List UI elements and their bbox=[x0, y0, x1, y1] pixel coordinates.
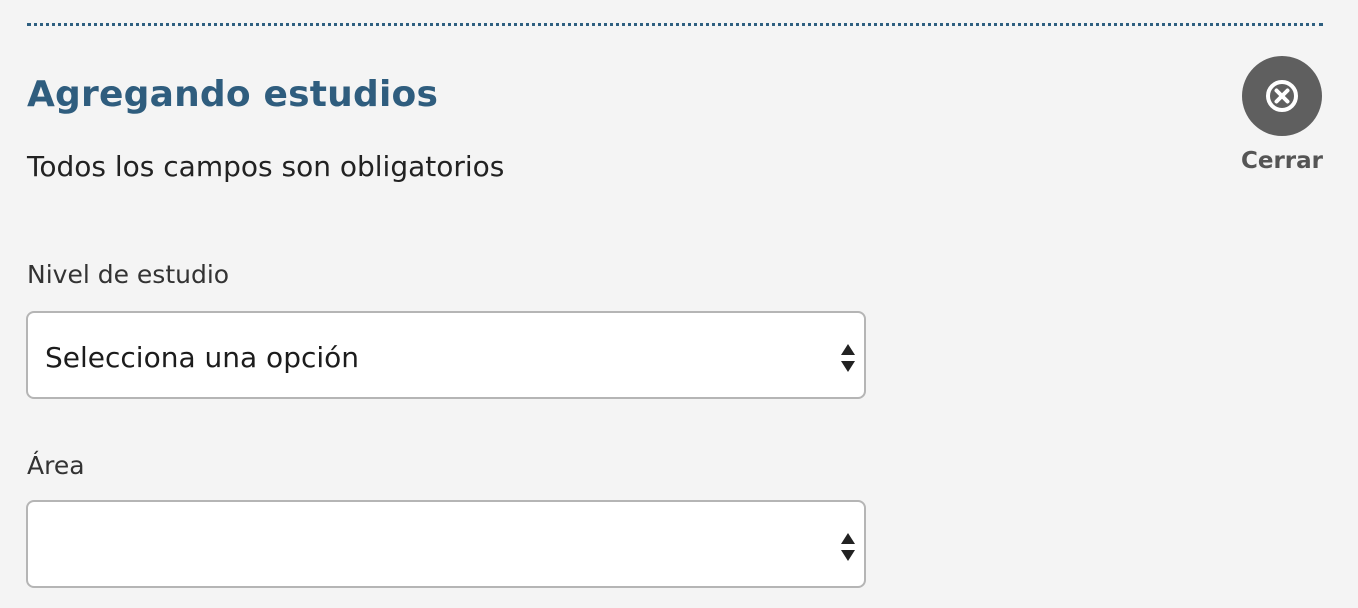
section-divider bbox=[27, 23, 1323, 26]
area-label: Área bbox=[27, 451, 85, 480]
select-arrows-icon bbox=[841, 344, 855, 372]
required-fields-note: Todos los campos son obligatorios bbox=[27, 150, 505, 183]
select-arrows-icon bbox=[841, 533, 855, 561]
close-circle-icon bbox=[1266, 80, 1298, 112]
study-level-selected-value: Selecciona una opción bbox=[45, 341, 360, 374]
close-label[interactable]: Cerrar bbox=[1241, 148, 1323, 174]
close-button[interactable]: Cerrar bbox=[1234, 56, 1330, 174]
close-button-circle[interactable] bbox=[1242, 56, 1322, 136]
page-title: Agregando estudios bbox=[27, 74, 439, 115]
study-level-select[interactable]: Selecciona una opción bbox=[26, 311, 866, 399]
study-level-label: Nivel de estudio bbox=[27, 260, 230, 289]
area-select[interactable] bbox=[26, 500, 866, 588]
